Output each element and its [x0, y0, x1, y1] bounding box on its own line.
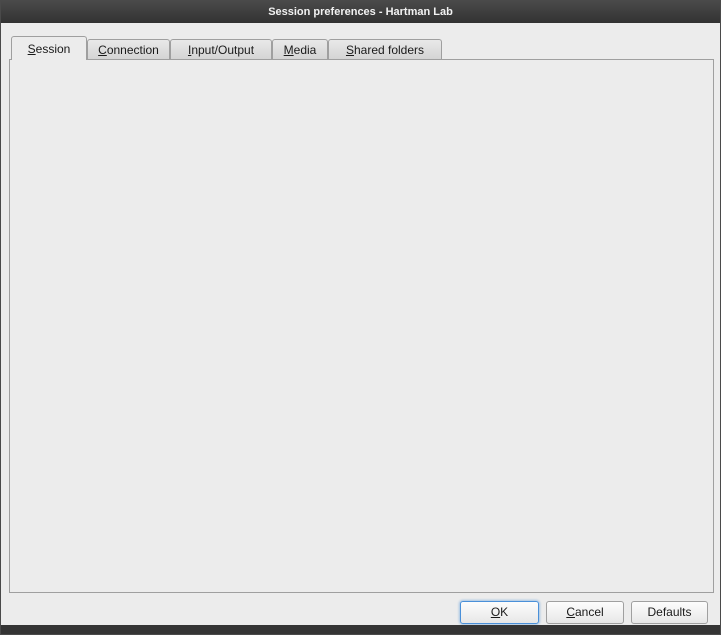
titlebar[interactable]: Session preferences - Hartman Lab	[1, 1, 720, 23]
defaults-button[interactable]: Defaults	[631, 601, 708, 624]
tab-media[interactable]: Media	[272, 39, 328, 59]
session-preferences-window: Session preferences - Hartman Lab Sessio…	[0, 0, 721, 635]
tab-shared-folders[interactable]: Shared folders	[328, 39, 442, 59]
cancel-button[interactable]: Cancel	[546, 601, 624, 624]
bottom-window-edge	[1, 625, 720, 634]
tab-session[interactable]: Session	[11, 36, 87, 60]
tab-input-output[interactable]: Input/Output	[170, 39, 272, 59]
session-tab-pane	[9, 59, 714, 593]
tab-connection[interactable]: Connection	[87, 39, 170, 59]
window-title: Session preferences - Hartman Lab	[268, 6, 453, 18]
ok-button[interactable]: OK	[460, 601, 539, 624]
